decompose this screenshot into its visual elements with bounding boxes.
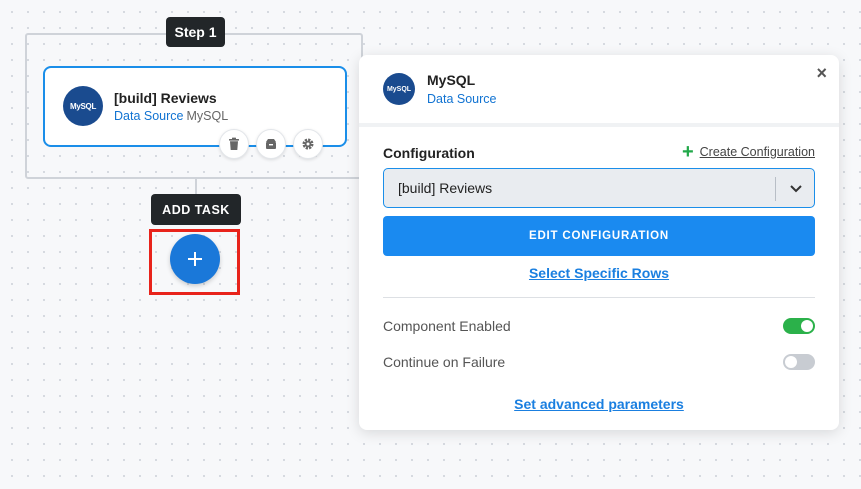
toggle-knob — [801, 320, 813, 332]
configuration-label: Configuration — [383, 145, 475, 161]
chevron-down-icon[interactable] — [788, 180, 804, 196]
plus-icon — [188, 252, 202, 266]
panel-subtitle[interactable]: Data Source — [427, 92, 496, 106]
add-task-button[interactable] — [170, 234, 220, 284]
create-configuration-link[interactable]: + Create Configuration — [681, 141, 815, 163]
gear-icon — [302, 138, 314, 150]
continue-on-failure-toggle[interactable] — [783, 354, 815, 370]
select-specific-rows-link[interactable]: Select Specific Rows — [359, 265, 839, 281]
add-task-tooltip: ADD TASK — [151, 194, 241, 225]
panel-title: MySQL — [427, 72, 476, 88]
task-name: [build] Reviews — [114, 90, 217, 106]
task-type: Data Source — [114, 109, 184, 123]
panel-divider — [359, 123, 839, 127]
delete-task-button[interactable] — [219, 129, 249, 159]
plus-icon: + — [681, 141, 694, 163]
configuration-select-value: [build] Reviews — [398, 180, 493, 196]
task-component: MySQL — [186, 109, 229, 123]
component-enabled-label: Component Enabled — [383, 318, 511, 334]
close-icon[interactable]: × — [816, 63, 827, 84]
step-label[interactable]: Step 1 — [166, 17, 225, 47]
component-enabled-toggle[interactable] — [783, 318, 815, 334]
section-divider — [383, 297, 815, 298]
continue-on-failure-label: Continue on Failure — [383, 354, 506, 370]
set-advanced-parameters-link[interactable]: Set advanced parameters — [359, 396, 839, 412]
task-detail-panel: × MySQL MySQL Data Source Configuration … — [359, 55, 839, 430]
configuration-select[interactable]: [build] Reviews — [383, 168, 815, 208]
trash-icon — [229, 137, 239, 150]
toggle-knob — [785, 356, 797, 368]
task-actions — [219, 129, 323, 159]
continue-on-failure-row: Continue on Failure — [383, 351, 815, 373]
archive-icon — [266, 139, 276, 149]
connector-line — [195, 179, 197, 195]
edit-configuration-button[interactable]: EDIT CONFIGURATION — [383, 216, 815, 256]
task-card[interactable]: MySQL [build] Reviews Data Source MySQL — [43, 66, 347, 159]
mysql-logo-icon: MySQL — [63, 86, 103, 126]
component-enabled-row: Component Enabled — [383, 315, 815, 337]
disable-task-button[interactable] — [256, 129, 286, 159]
create-configuration-label[interactable]: Create Configuration — [700, 145, 815, 159]
task-settings-button[interactable] — [293, 129, 323, 159]
select-divider — [775, 177, 776, 201]
task-subtitle: Data Source MySQL — [114, 109, 228, 123]
mysql-logo-icon: MySQL — [383, 73, 415, 105]
